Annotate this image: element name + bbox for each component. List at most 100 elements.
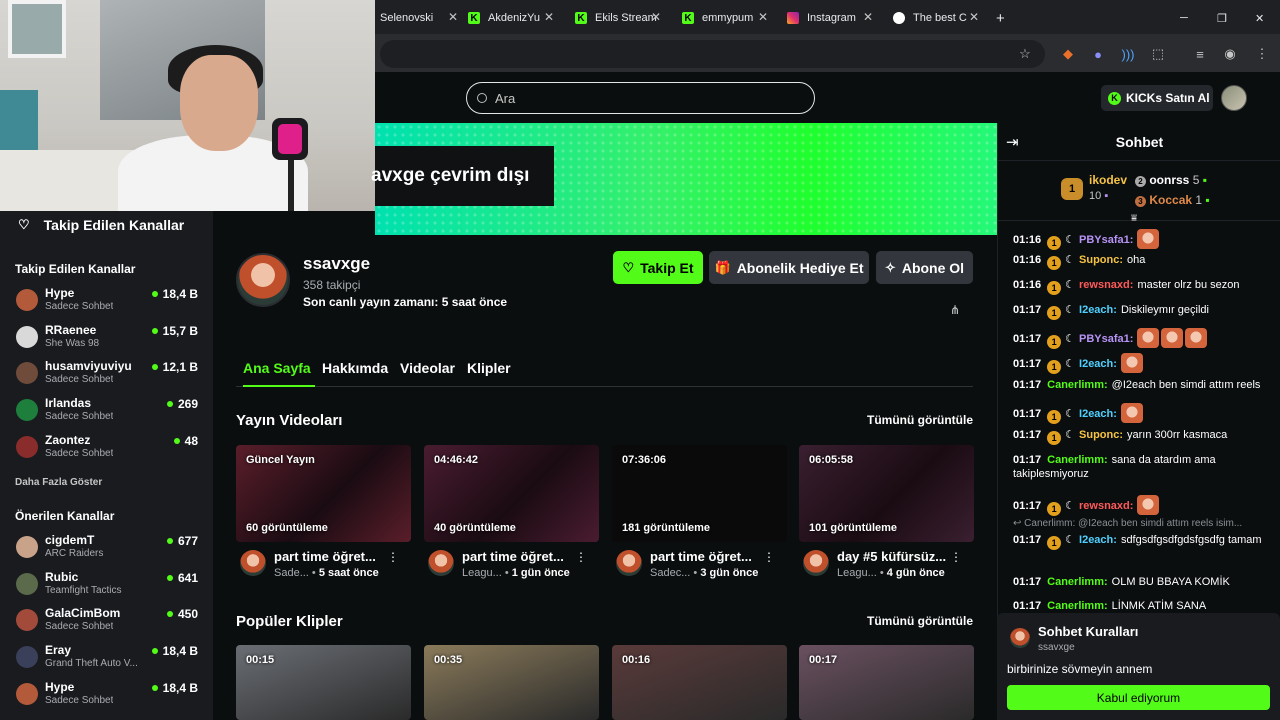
emote-icon: [1161, 328, 1184, 348]
clip-card[interactable]: 00:16: [612, 645, 787, 720]
message-username[interactable]: I2each:: [1079, 534, 1117, 546]
clips-see-all-link[interactable]: Tümünü görüntüle: [867, 614, 973, 628]
close-tab-icon[interactable]: ✕: [863, 10, 873, 24]
accept-rules-button[interactable]: Kabul ediyorum: [1007, 685, 1270, 710]
video-thumbnail[interactable]: 06:05:58 101 görüntüleme: [799, 445, 974, 542]
extension-fox-icon[interactable]: ◆: [1058, 44, 1078, 64]
sidebar-channel[interactable]: Eray Grand Theft Auto V... 18,4 B: [16, 643, 206, 675]
clip-card[interactable]: 00:35: [424, 645, 599, 720]
message-username[interactable]: Suponc:: [1079, 429, 1123, 441]
minimize-button[interactable]: ─: [1180, 6, 1194, 30]
message-username[interactable]: Canerlimm:: [1047, 454, 1108, 466]
sidebar-header[interactable]: ♡ Takip Edilen Kanallar: [18, 217, 184, 233]
close-tab-icon[interactable]: ✕: [758, 10, 768, 24]
message-username[interactable]: PBYsafa1:: [1079, 234, 1133, 246]
maximize-button[interactable]: ❐: [1217, 6, 1231, 30]
message-username[interactable]: Canerlimm:: [1047, 576, 1108, 588]
buy-kicks-button[interactable]: K KICKs Satın Al: [1101, 85, 1213, 111]
message-username[interactable]: Suponc:: [1079, 254, 1123, 266]
share-icon[interactable]: ⋔: [950, 303, 960, 317]
tab-clips[interactable]: Klipler: [467, 360, 511, 387]
tab-home[interactable]: Ana Sayfa: [243, 360, 315, 387]
user-avatar[interactable]: [1221, 85, 1247, 111]
close-tab-icon[interactable]: ✕: [969, 10, 979, 24]
video-card[interactable]: 06:05:58 101 görüntüleme day #5 küfürsüz..…: [799, 445, 974, 590]
chat-message: 01:17 Canerlimm: sana da atardım ama takip…: [1013, 453, 1275, 481]
message-username[interactable]: rewsnaxd:: [1079, 279, 1133, 291]
message-username[interactable]: I2each:: [1079, 408, 1117, 420]
message-username[interactable]: Canerlimm:: [1047, 600, 1108, 612]
sidebar-channel[interactable]: Hype Sadece Sohbet 18,4 B: [16, 286, 206, 318]
show-more-link[interactable]: Daha Fazla Göster: [15, 477, 102, 488]
video-title[interactable]: part time öğret...: [650, 549, 752, 564]
video-title[interactable]: part time öğret...: [274, 549, 376, 564]
message-username[interactable]: I2each:: [1079, 358, 1117, 370]
browser-tab-2[interactable]: K AkdenizYu ✕: [468, 6, 554, 30]
browser-tab-4[interactable]: K emmypum ✕: [682, 6, 768, 30]
search-input[interactable]: Ara: [466, 82, 815, 114]
sidebar-channel[interactable]: husamviyuviyu Sadece Sohbet 12,1 B: [16, 359, 206, 391]
video-card[interactable]: 04:46:42 40 görüntüleme part time öğret...…: [424, 445, 599, 590]
bookmark-star-icon[interactable]: ☆: [1015, 44, 1035, 64]
clip-card[interactable]: 00:15: [236, 645, 411, 720]
sidebar-channel[interactable]: RRaenee She Was 98 15,7 B: [16, 323, 206, 355]
extension-discord-icon[interactable]: ●: [1088, 44, 1108, 64]
video-thumbnail[interactable]: 07:36:06 181 görüntüleme: [612, 445, 787, 542]
clips-section-title: Popüler Klipler: [236, 613, 343, 630]
sidebar-channel[interactable]: GalaCimBom Sadece Sohbet 450: [16, 606, 206, 638]
follow-button[interactable]: ♡ Takip Et: [613, 251, 703, 284]
heart-icon: ♡: [622, 259, 635, 275]
close-tab-icon[interactable]: ✕: [651, 10, 661, 24]
sidebar-channel[interactable]: Rubic Teamfight Tactics 641: [16, 570, 206, 602]
close-tab-icon[interactable]: ✕: [544, 10, 554, 24]
live-dot-icon: [166, 401, 173, 408]
more-options-icon[interactable]: ⋮: [387, 550, 399, 564]
message-username[interactable]: I2each:: [1079, 304, 1117, 316]
chat-message: 01:17 1 ☾ rewsnaxd:: [1013, 495, 1275, 516]
videos-see-all-link[interactable]: Tümünü görüntüle: [867, 413, 973, 427]
video-thumbnail[interactable]: 04:46:42 40 görüntüleme: [424, 445, 599, 542]
tab-videos[interactable]: Videolar: [400, 360, 455, 387]
profile-avatar-icon[interactable]: ◉: [1220, 44, 1240, 64]
close-tab-icon[interactable]: ✕: [448, 10, 458, 24]
browser-tab-5[interactable]: Instagram ✕: [787, 6, 873, 30]
sidebar-channel[interactable]: Zaontez Sadece Sohbet 48: [16, 433, 206, 465]
media-control-icon[interactable]: ≡: [1190, 44, 1210, 64]
close-window-button[interactable]: ✕: [1255, 6, 1269, 30]
extension-audio-icon[interactable]: ))): [1118, 44, 1138, 64]
sidebar-channel[interactable]: Hype Sadece Sohbet 18,4 B: [16, 680, 206, 712]
tab-about[interactable]: Hakkımda: [322, 360, 388, 387]
leader-1-name[interactable]: ikodev: [1089, 173, 1127, 187]
video-card[interactable]: Güncel Yayın 60 görüntüleme part time öğre…: [236, 445, 411, 590]
more-options-icon[interactable]: ⋮: [575, 550, 587, 564]
sidebar-channel[interactable]: Irlandas Sadece Sohbet 269: [16, 396, 206, 428]
pin-icon[interactable]: ⩸: [1131, 213, 1137, 224]
subscribe-button[interactable]: ✧ Abone Ol: [876, 251, 973, 284]
channel-avatar[interactable]: [236, 253, 290, 307]
message-username[interactable]: PBYsafa1:: [1079, 333, 1133, 345]
sidebar-channel[interactable]: cigdemT ARC Raiders 677: [16, 533, 206, 565]
moon-badge-icon: ☾: [1065, 254, 1076, 266]
extensions-puzzle-icon[interactable]: ⬚: [1148, 44, 1168, 64]
message-username[interactable]: rewsnaxd:: [1079, 500, 1133, 512]
chat-message: 01:16 1 ☾ rewsnaxd: master olrz bu sezon: [1013, 278, 1275, 295]
video-title[interactable]: part time öğret...: [462, 549, 564, 564]
browser-tab-1[interactable]: Selenovski ✕: [380, 6, 458, 30]
browser-menu-icon[interactable]: ⋮: [1252, 44, 1272, 64]
gift-sub-button[interactable]: 🎁 Abonelik Hediye Et: [709, 251, 869, 284]
leader-3[interactable]: 3 Koccak 1 ▪: [1135, 193, 1210, 207]
more-options-icon[interactable]: ⋮: [763, 550, 775, 564]
chat-message: 01:17 1 ☾ I2each: sdfgsdfgsdfgdsfgsdfg tamam: [1013, 533, 1275, 550]
browser-tab-6[interactable]: The best C ✕: [893, 6, 979, 30]
video-card[interactable]: 07:36:06 181 görüntüleme part time öğret..…: [612, 445, 787, 590]
channel-tabs: Ana Sayfa Hakkımda Videolar Klipler: [236, 360, 973, 387]
more-options-icon[interactable]: ⋮: [950, 550, 962, 564]
new-tab-button[interactable]: +: [996, 6, 1010, 30]
browser-tab-3[interactable]: K Ekils Stream ✕: [575, 6, 661, 30]
message-username[interactable]: Canerlimm:: [1047, 379, 1108, 391]
video-thumbnail[interactable]: Güncel Yayın 60 görüntüleme: [236, 445, 411, 542]
video-title[interactable]: day #5 küfürsüz...: [837, 549, 946, 564]
address-bar[interactable]: [380, 40, 1045, 68]
leader-2[interactable]: 2 oonrss 5 ▪: [1135, 173, 1207, 187]
clip-card[interactable]: 00:17: [799, 645, 974, 720]
